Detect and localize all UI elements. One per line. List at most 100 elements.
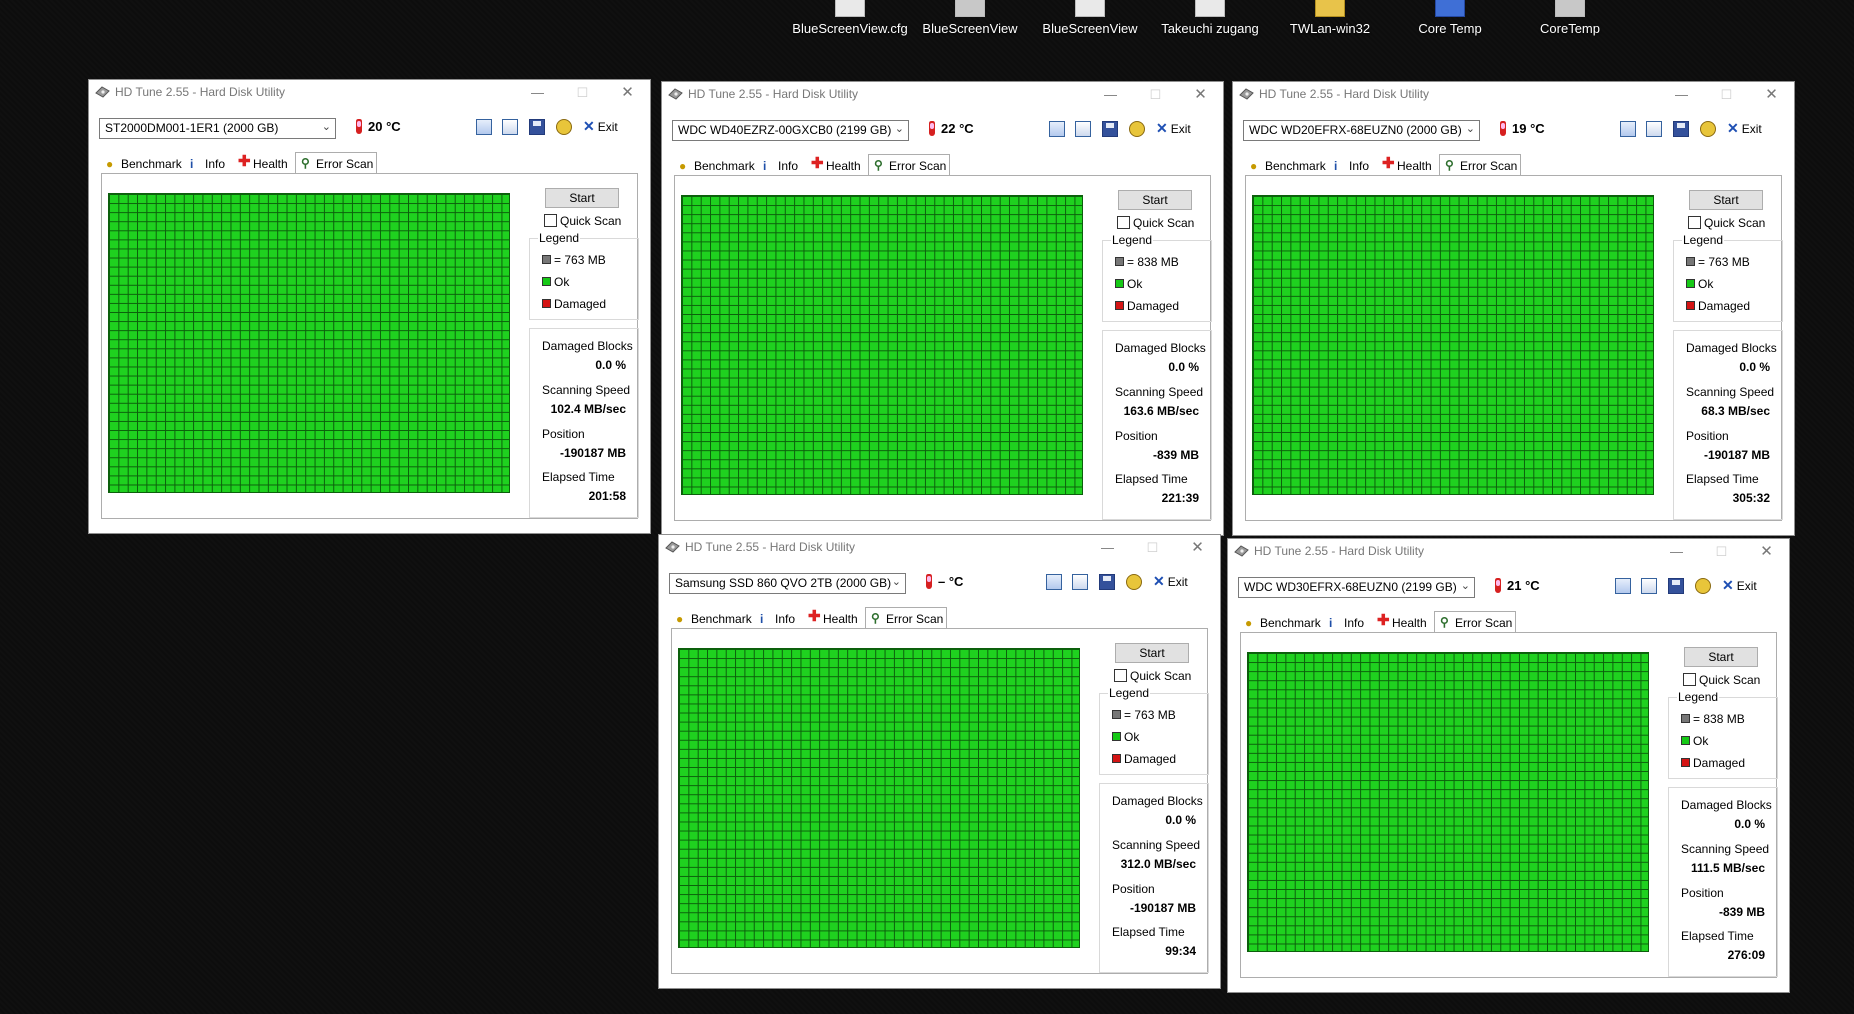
tab-info[interactable]: i Info <box>1329 156 1377 176</box>
close-button[interactable]: ✕ <box>1175 535 1220 561</box>
close-button[interactable]: ✕ <box>1749 82 1794 108</box>
exit-button[interactable]: ✕ Exit <box>1727 120 1762 137</box>
lightbulb-icon: ● <box>106 157 114 171</box>
desktop-icon-coretemp[interactable]: CoreTemp <box>1510 0 1630 36</box>
tab-benchmark[interactable]: ● Benchmark <box>1240 613 1324 633</box>
tab-health[interactable]: ✚ Health <box>806 156 868 176</box>
copy-screenshot-icon[interactable] <box>1072 574 1088 590</box>
save-icon[interactable] <box>1099 574 1115 590</box>
copy-text-icon[interactable] <box>1615 578 1631 594</box>
tab-health[interactable]: ✚ Health <box>1372 613 1434 633</box>
exit-button[interactable]: ✕ Exit <box>583 118 618 135</box>
options-icon[interactable] <box>1700 121 1716 137</box>
exit-button[interactable]: ✕ Exit <box>1722 577 1757 594</box>
copy-screenshot-icon[interactable] <box>1641 578 1657 594</box>
options-icon[interactable] <box>1129 121 1145 137</box>
minimize-button[interactable]: — <box>1085 535 1130 561</box>
tab-label: Health <box>253 157 288 171</box>
maximize-button[interactable]: ☐ <box>1133 82 1178 108</box>
maximize-button[interactable]: ☐ <box>1704 82 1749 108</box>
tab-error-scan[interactable]: ⚲ Error Scan <box>295 152 377 174</box>
minimize-button[interactable]: — <box>1659 82 1704 108</box>
start-button[interactable]: Start <box>1118 190 1192 210</box>
desktop-icon-twlan-win32[interactable]: TWLan-win32 <box>1270 0 1390 36</box>
tab-error-scan[interactable]: ⚲ Error Scan <box>1434 611 1516 633</box>
minimize-button[interactable]: — <box>1088 82 1133 108</box>
checkbox-box[interactable] <box>1117 216 1130 229</box>
drive-select[interactable]: WDC WD20EFRX-68EUZN0 (2000 GB) ⌄ <box>1243 120 1480 141</box>
tab-info[interactable]: i Info <box>185 154 233 174</box>
options-icon[interactable] <box>1695 578 1711 594</box>
chevron-down-icon: ⌄ <box>1465 123 1475 135</box>
tab-info[interactable]: i Info <box>758 156 806 176</box>
checkbox-box[interactable] <box>1688 216 1701 229</box>
tab-benchmark[interactable]: ● Benchmark <box>101 154 185 174</box>
tab-health[interactable]: ✚ Health <box>233 154 295 174</box>
maximize-button[interactable]: ☐ <box>560 80 605 106</box>
tab-health[interactable]: ✚ Health <box>1377 156 1439 176</box>
copy-text-icon[interactable] <box>1046 574 1062 590</box>
tab-benchmark[interactable]: ● Benchmark <box>671 609 755 629</box>
quick-scan-checkbox[interactable]: Quick Scan <box>1688 216 1765 230</box>
quick-scan-checkbox[interactable]: Quick Scan <box>544 214 621 228</box>
save-icon[interactable] <box>529 119 545 135</box>
start-button[interactable]: Start <box>1689 190 1763 210</box>
desktop-icon-core-temp[interactable]: Core Temp <box>1390 0 1510 36</box>
position-label: Position <box>1681 886 1724 900</box>
title-bar[interactable]: HD Tune 2.55 - Hard Disk Utility — ☐ ✕ <box>89 80 650 106</box>
close-button[interactable]: ✕ <box>1744 539 1789 565</box>
maximize-button[interactable]: ☐ <box>1699 539 1744 565</box>
save-icon[interactable] <box>1673 121 1689 137</box>
title-bar[interactable]: HD Tune 2.55 - Hard Disk Utility — ☐ ✕ <box>662 82 1223 108</box>
checkbox-box[interactable] <box>1683 673 1696 686</box>
tab-error-scan[interactable]: ⚲ Error Scan <box>865 607 947 629</box>
checkbox-box[interactable] <box>1114 669 1127 682</box>
close-button[interactable]: ✕ <box>1178 82 1223 108</box>
maximize-button[interactable]: ☐ <box>1130 535 1175 561</box>
start-button[interactable]: Start <box>545 188 619 208</box>
tab-benchmark[interactable]: ● Benchmark <box>1245 156 1329 176</box>
exit-button[interactable]: ✕ Exit <box>1153 573 1188 590</box>
options-icon[interactable] <box>1126 574 1142 590</box>
drive-select[interactable]: WDC WD30EFRX-68EUZN0 (2199 GB) ⌄ <box>1238 577 1475 598</box>
tab-info[interactable]: i Info <box>755 609 803 629</box>
close-button[interactable]: ✕ <box>605 80 650 106</box>
desktop-icon-bluescreenview[interactable]: BlueScreenView <box>910 0 1030 36</box>
checkbox-box[interactable] <box>544 214 557 227</box>
options-icon[interactable] <box>556 119 572 135</box>
tab-error-scan[interactable]: ⚲ Error Scan <box>868 154 950 176</box>
start-button[interactable]: Start <box>1115 643 1189 663</box>
desktop-icon-bluescreenview-2[interactable]: BlueScreenView <box>1030 0 1150 36</box>
title-bar[interactable]: HD Tune 2.55 - Hard Disk Utility — ☐ ✕ <box>1228 539 1789 565</box>
quick-scan-checkbox[interactable]: Quick Scan <box>1117 216 1194 230</box>
copy-screenshot-icon[interactable] <box>1075 121 1091 137</box>
tab-info[interactable]: i Info <box>1324 613 1372 633</box>
title-bar[interactable]: HD Tune 2.55 - Hard Disk Utility — ☐ ✕ <box>1233 82 1794 108</box>
chevron-down-icon: ⌄ <box>891 576 901 588</box>
copy-text-icon[interactable] <box>1049 121 1065 137</box>
desktop-icon-bluescreenview-cfg[interactable]: BlueScreenView.cfg <box>790 0 910 36</box>
drive-select[interactable]: WDC WD40EZRZ-00GXCB0 (2199 GB) ⌄ <box>672 120 909 141</box>
damaged-blocks-value: 0.0 % <box>1168 360 1199 374</box>
quick-scan-checkbox[interactable]: Quick Scan <box>1683 673 1760 687</box>
start-button[interactable]: Start <box>1684 647 1758 667</box>
drive-select[interactable]: Samsung SSD 860 QVO 2TB (2000 GB) ⌄ <box>669 573 906 594</box>
tab-health[interactable]: ✚ Health <box>803 609 865 629</box>
title-bar[interactable]: HD Tune 2.55 - Hard Disk Utility — ☐ ✕ <box>659 535 1220 561</box>
save-icon[interactable] <box>1668 578 1684 594</box>
copy-screenshot-icon[interactable] <box>502 119 518 135</box>
desktop-icon-takeuchi-zugang[interactable]: Takeuchi zugang <box>1150 0 1270 36</box>
drive-select[interactable]: ST2000DM001-1ER1 (2000 GB) ⌄ <box>99 118 336 139</box>
tab-benchmark[interactable]: ● Benchmark <box>674 156 758 176</box>
copy-text-icon[interactable] <box>1620 121 1636 137</box>
copy-screenshot-icon[interactable] <box>1646 121 1662 137</box>
tab-label: Info <box>1344 616 1365 630</box>
minimize-button[interactable]: — <box>515 80 560 106</box>
exit-button[interactable]: ✕ Exit <box>1156 120 1191 137</box>
save-icon[interactable] <box>1102 121 1118 137</box>
minimize-button[interactable]: — <box>1654 539 1699 565</box>
copy-text-icon[interactable] <box>476 119 492 135</box>
quick-scan-checkbox[interactable]: Quick Scan <box>1114 669 1191 683</box>
lightbulb-icon: ● <box>1245 616 1253 630</box>
tab-error-scan[interactable]: ⚲ Error Scan <box>1439 154 1521 176</box>
